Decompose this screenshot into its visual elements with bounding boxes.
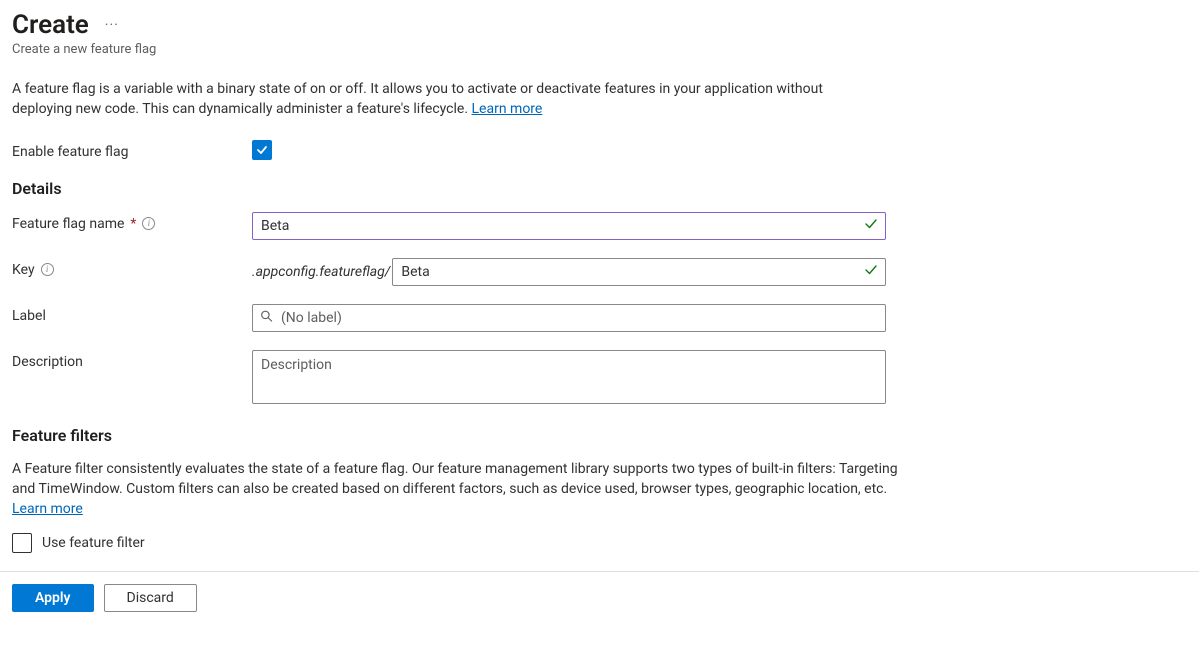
description-input[interactable] <box>252 350 886 404</box>
more-actions-icon[interactable]: ··· <box>105 17 119 33</box>
use-filter-checkbox[interactable] <box>12 533 32 553</box>
use-filter-label: Use feature filter <box>42 535 145 551</box>
label-label: Label <box>12 308 46 324</box>
page-title: Create <box>12 10 89 40</box>
key-input[interactable] <box>392 258 886 286</box>
description-label: Description <box>12 354 83 370</box>
required-indicator: * <box>130 216 136 232</box>
learn-more-link[interactable]: Learn more <box>472 101 543 117</box>
intro-text: A feature flag is a variable with a bina… <box>12 79 882 120</box>
details-section-header: Details <box>12 179 1187 198</box>
filters-section-header: Feature filters <box>12 426 1187 445</box>
enable-flag-checkbox[interactable] <box>252 140 272 160</box>
key-prefix: .appconfig.featureflag/ <box>252 264 390 280</box>
enable-flag-label: Enable feature flag <box>12 140 252 160</box>
name-label: Feature flag name <box>12 216 124 232</box>
footer-bar: Apply Discard <box>0 571 1199 624</box>
learn-more-link[interactable]: Learn more <box>12 501 83 517</box>
info-icon[interactable]: i <box>142 217 155 230</box>
info-icon[interactable]: i <box>41 263 54 276</box>
label-input[interactable] <box>252 304 886 332</box>
apply-button[interactable]: Apply <box>12 584 94 612</box>
check-icon <box>255 143 269 157</box>
discard-button[interactable]: Discard <box>104 584 197 612</box>
filters-text: A Feature filter consistently evaluates … <box>12 459 902 520</box>
name-input[interactable] <box>252 212 886 240</box>
key-label: Key <box>12 262 35 278</box>
page-subtitle: Create a new feature flag <box>12 42 1187 57</box>
